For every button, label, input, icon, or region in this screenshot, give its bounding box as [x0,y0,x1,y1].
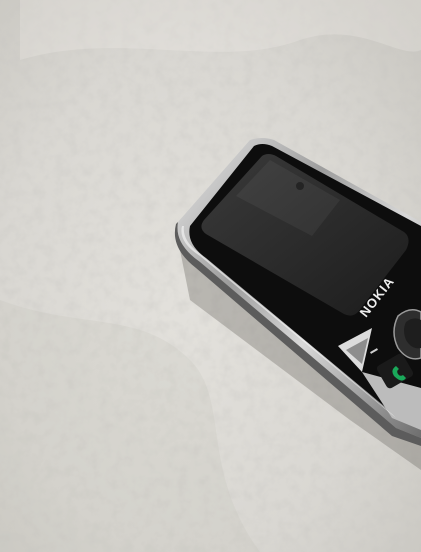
photo-canvas: NOKIA [0,0,421,552]
photo-scene: NOKIA [0,0,421,552]
screen-dust-speck [296,182,304,190]
